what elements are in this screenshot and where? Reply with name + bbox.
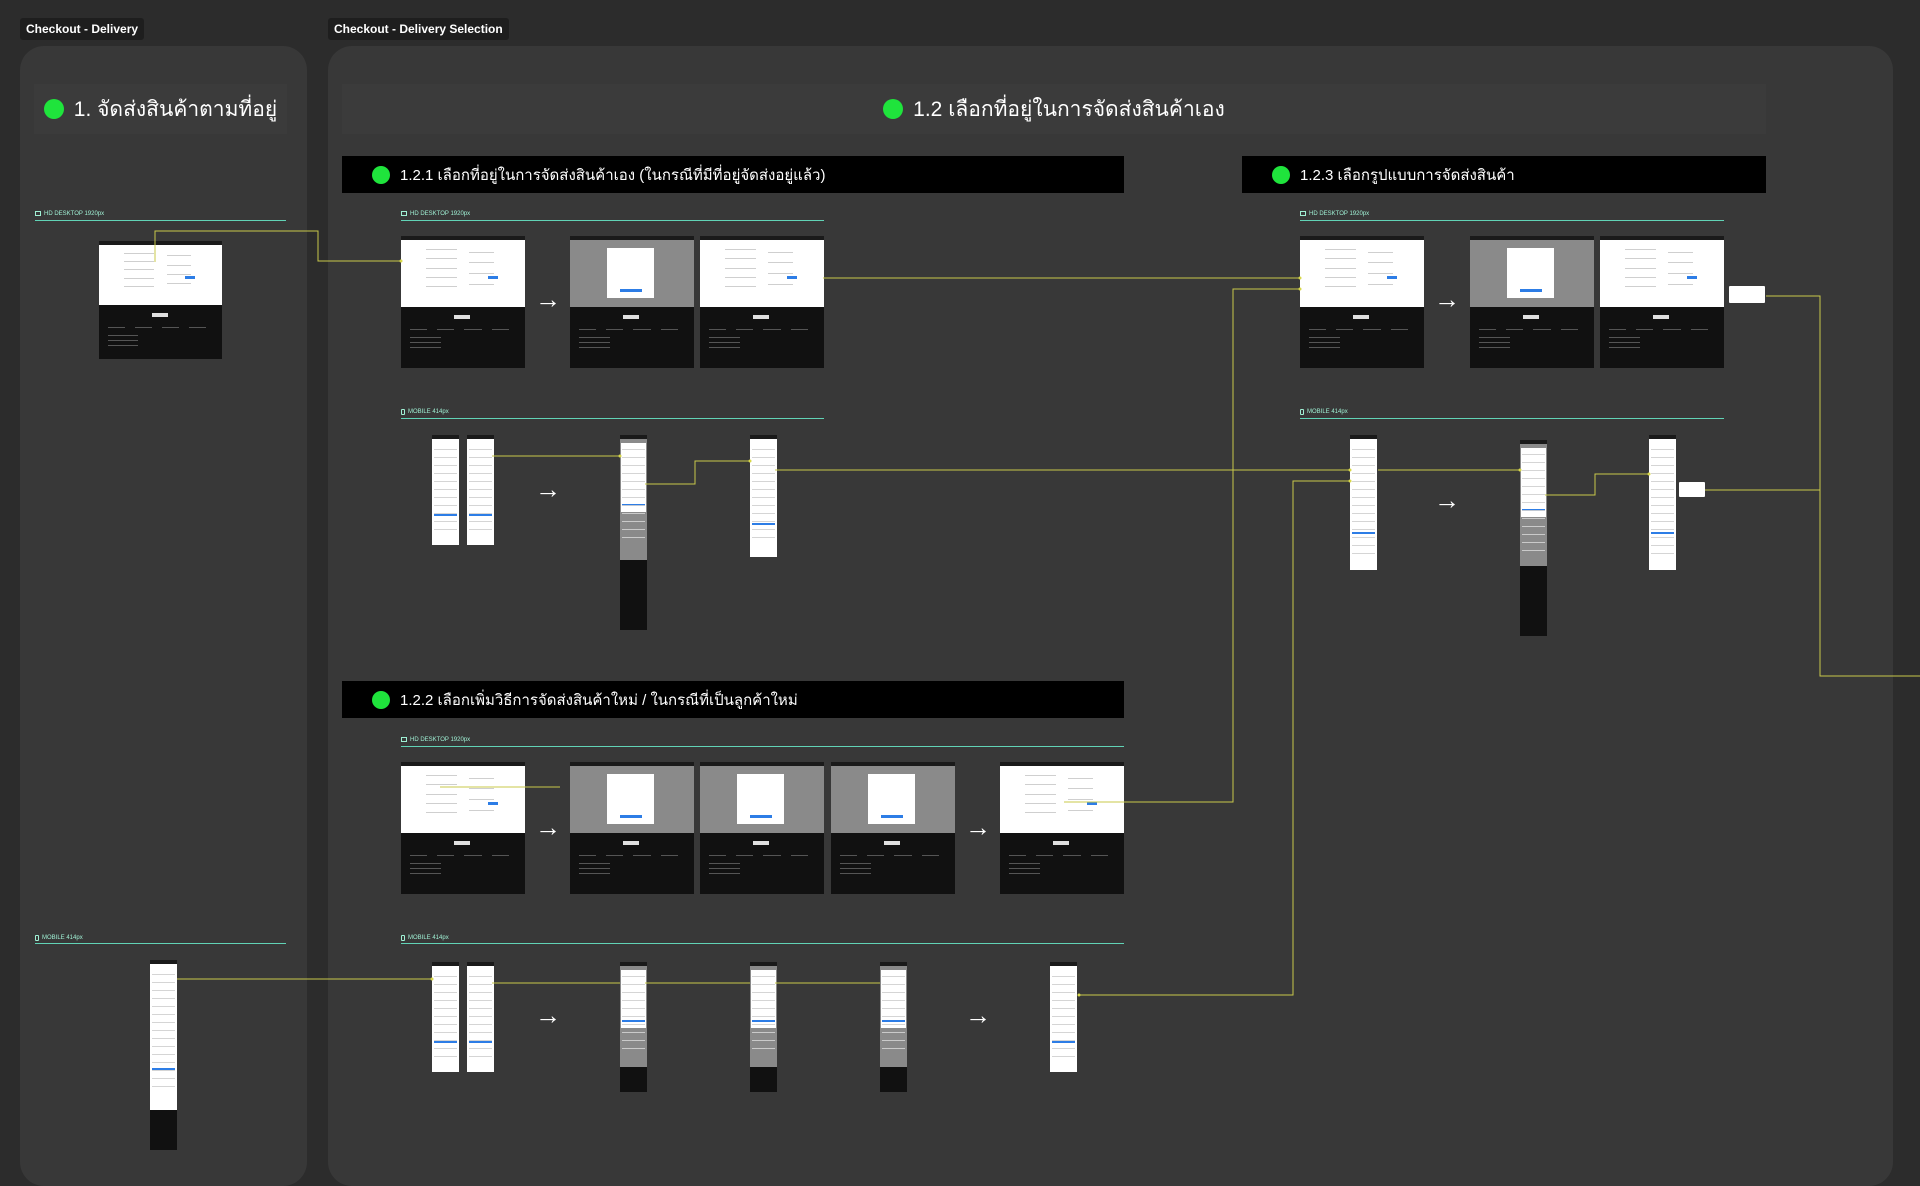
- flow-connectors: [154, 230, 1920, 997]
